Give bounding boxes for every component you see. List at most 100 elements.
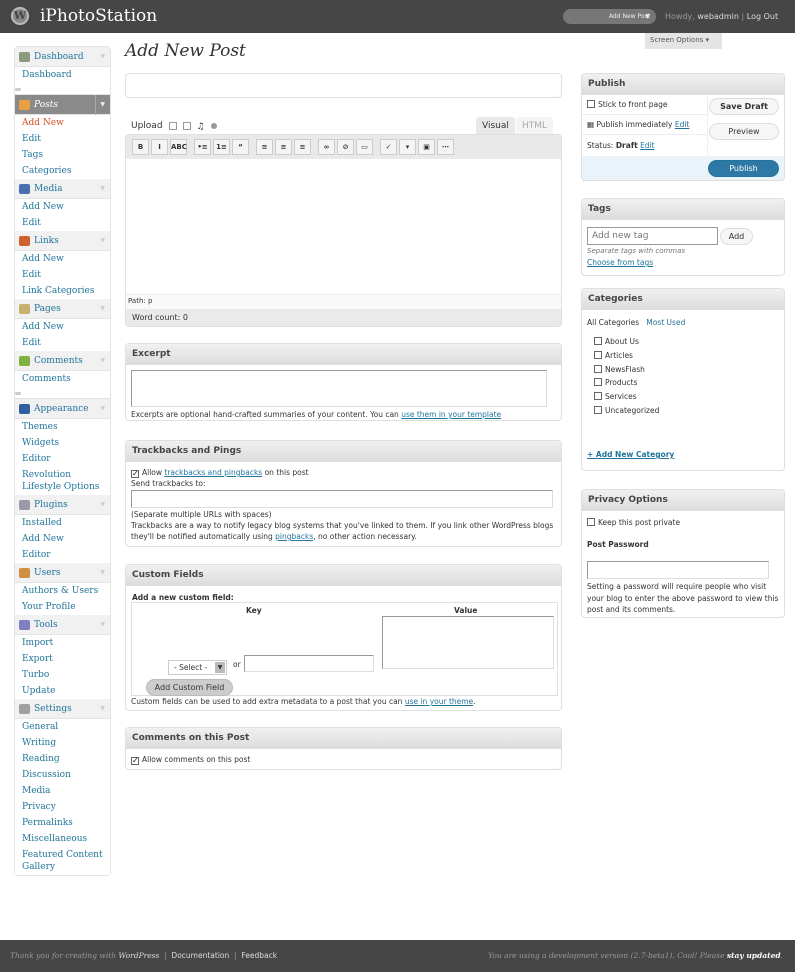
site-title[interactable]: iPhotoStation bbox=[40, 6, 157, 26]
chevron-down-icon[interactable]: ▼ bbox=[100, 399, 105, 419]
category-item[interactable]: Services bbox=[594, 390, 659, 404]
add-video-icon[interactable] bbox=[182, 121, 191, 130]
add-custom-field-button[interactable]: Add Custom Field bbox=[146, 679, 233, 696]
menu-users[interactable]: Users ▼ bbox=[15, 563, 110, 583]
toolbar-button[interactable]: I bbox=[151, 139, 168, 155]
pingbacks-link[interactable]: pingbacks bbox=[275, 532, 313, 541]
menu-dashboard[interactable]: Dashboard ▼ bbox=[15, 47, 110, 67]
toolbar-button[interactable]: “ bbox=[232, 139, 249, 155]
submenu-item[interactable]: Writing bbox=[15, 735, 110, 751]
wordpress-link[interactable]: WordPress bbox=[118, 951, 159, 960]
allow-comments-checkbox[interactable]: ✓ bbox=[131, 757, 139, 765]
stay-updated-link[interactable]: stay updated bbox=[727, 951, 781, 960]
toolbar-button[interactable]: ✓ bbox=[380, 139, 397, 155]
toolbar-button[interactable]: ∞ bbox=[318, 139, 335, 155]
add-new-category-link[interactable]: + Add New Category bbox=[587, 450, 674, 459]
menu-settings[interactable]: Settings ▼ bbox=[15, 699, 110, 719]
chevron-down-icon[interactable]: ▼ bbox=[100, 495, 105, 515]
submenu-item[interactable]: Permalinks bbox=[15, 815, 110, 831]
category-item[interactable]: Uncategorized bbox=[594, 404, 659, 418]
toolbar-button[interactable]: ⋯ bbox=[437, 139, 454, 155]
chevron-down-icon[interactable]: ▼ bbox=[100, 299, 105, 319]
menu-tools[interactable]: Tools ▼ bbox=[15, 615, 110, 635]
post-title-input[interactable] bbox=[125, 73, 562, 98]
submenu-item[interactable]: Tags bbox=[15, 147, 110, 163]
submenu-item[interactable]: Add New bbox=[15, 199, 110, 215]
tab-all-categories[interactable]: All Categories bbox=[587, 318, 639, 327]
excerpt-textarea[interactable] bbox=[131, 370, 547, 407]
submenu-item[interactable]: Turbo bbox=[15, 667, 110, 683]
private-checkbox[interactable] bbox=[587, 518, 595, 526]
add-audio-icon[interactable]: ♫ bbox=[197, 122, 205, 132]
new-tag-input[interactable] bbox=[587, 227, 718, 245]
favorite-actions-dropdown[interactable]: Add New Post ▼ bbox=[563, 9, 656, 24]
preview-button[interactable]: Preview bbox=[709, 123, 779, 140]
category-checkbox[interactable] bbox=[594, 364, 602, 373]
submenu-item[interactable]: Link Categories bbox=[15, 283, 110, 299]
submenu-item[interactable]: Editor bbox=[15, 451, 110, 467]
edit-status-link[interactable]: Edit bbox=[640, 141, 655, 150]
toolbar-button[interactable]: 1≡ bbox=[213, 139, 230, 155]
documentation-link[interactable]: Documentation bbox=[171, 951, 229, 960]
submenu-item[interactable]: General bbox=[15, 719, 110, 735]
toolbar-button[interactable]: ≡ bbox=[275, 139, 292, 155]
tab-html[interactable]: HTML bbox=[516, 117, 554, 135]
submenu-item[interactable]: Authors & Users bbox=[15, 583, 110, 599]
category-item[interactable]: NewsFlash bbox=[594, 363, 659, 377]
toolbar-button[interactable]: ▾ bbox=[399, 139, 416, 155]
chevron-down-icon[interactable]: ▼ bbox=[100, 563, 105, 583]
publish-button[interactable]: Publish bbox=[708, 160, 779, 177]
submenu-item[interactable]: Add New bbox=[15, 251, 110, 267]
use-in-theme-link[interactable]: use in your theme bbox=[405, 697, 473, 706]
chevron-down-icon[interactable]: ▼ bbox=[100, 699, 105, 719]
category-checkbox[interactable] bbox=[594, 392, 602, 401]
submenu-item[interactable]: Categories bbox=[15, 163, 110, 179]
submenu-item[interactable]: Update bbox=[15, 683, 110, 699]
category-item[interactable]: Products bbox=[594, 376, 659, 390]
submenu-item[interactable]: Themes bbox=[15, 419, 110, 435]
toolbar-button[interactable]: ▭ bbox=[356, 139, 373, 155]
submenu-item[interactable]: Edit bbox=[15, 267, 110, 283]
menu-pages[interactable]: Pages ▼ bbox=[15, 299, 110, 319]
submenu-item[interactable]: Import bbox=[15, 635, 110, 651]
submenu-item[interactable]: Edit bbox=[15, 131, 110, 147]
category-item[interactable]: About Us bbox=[594, 335, 659, 349]
category-checkbox[interactable] bbox=[594, 337, 602, 345]
submenu-item[interactable]: Featured Content Gallery bbox=[15, 847, 110, 875]
chevron-down-icon[interactable]: ▼ bbox=[100, 179, 105, 199]
category-checkbox[interactable] bbox=[594, 350, 602, 359]
sticky-checkbox[interactable] bbox=[587, 100, 595, 108]
submenu-item[interactable]: Miscellaneous bbox=[15, 831, 110, 847]
editor-content-area[interactable] bbox=[126, 159, 561, 294]
trackback-url-input[interactable] bbox=[131, 490, 553, 508]
menu-plugins[interactable]: Plugins ▼ bbox=[15, 495, 110, 515]
chevron-down-icon[interactable]: ▼ bbox=[100, 47, 105, 67]
tab-visual[interactable]: Visual bbox=[476, 117, 515, 135]
trackbacks-link[interactable]: trackbacks and pingbacks bbox=[164, 468, 262, 477]
submenu-item[interactable]: Editor bbox=[15, 547, 110, 563]
toolbar-button[interactable]: ABC bbox=[170, 139, 187, 155]
submenu-item[interactable]: Media bbox=[15, 783, 110, 799]
submenu-item[interactable]: Widgets bbox=[15, 435, 110, 451]
add-image-icon[interactable] bbox=[168, 121, 177, 130]
submenu-item[interactable]: Comments bbox=[15, 371, 110, 387]
submenu-item[interactable]: Installed bbox=[15, 515, 110, 531]
submenu-item[interactable]: Dashboard bbox=[15, 67, 110, 83]
submenu-item[interactable]: Add New bbox=[15, 115, 110, 131]
submenu-item[interactable]: Privacy bbox=[15, 799, 110, 815]
submenu-item[interactable]: Add New bbox=[15, 531, 110, 547]
feedback-link[interactable]: Feedback bbox=[241, 951, 277, 960]
submenu-item[interactable]: Edit bbox=[15, 215, 110, 231]
add-media-icon[interactable] bbox=[210, 122, 217, 129]
submenu-item[interactable]: Discussion bbox=[15, 767, 110, 783]
submenu-item[interactable]: Reading bbox=[15, 751, 110, 767]
custom-value-textarea[interactable] bbox=[382, 616, 554, 669]
menu-links[interactable]: Links ▼ bbox=[15, 231, 110, 251]
chevron-down-icon[interactable]: ▼ bbox=[95, 95, 105, 115]
logout-link[interactable]: Log Out bbox=[747, 12, 778, 21]
screen-options-button[interactable]: Screen Options ▾ bbox=[645, 33, 722, 49]
allow-pings-checkbox[interactable]: ✓ bbox=[131, 470, 139, 478]
menu-posts[interactable]: Posts ▼ bbox=[15, 95, 110, 115]
submenu-item[interactable]: Edit bbox=[15, 335, 110, 351]
chevron-down-icon[interactable]: ▼ bbox=[100, 615, 105, 635]
